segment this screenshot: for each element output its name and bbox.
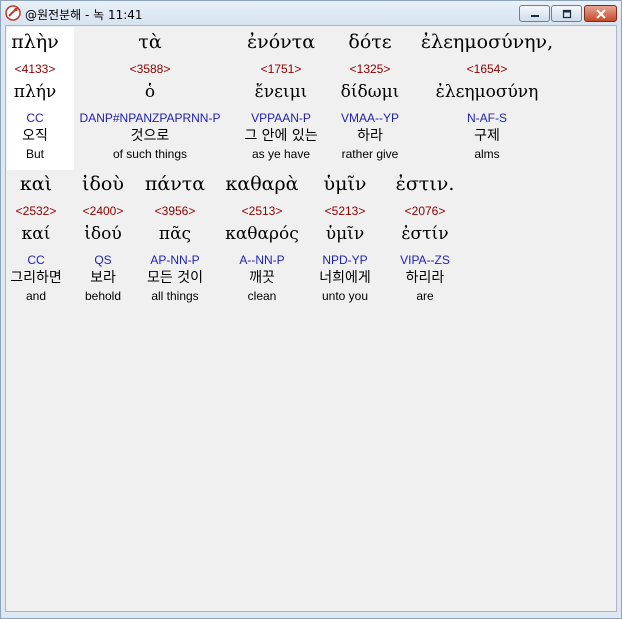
greek-word: ἐστιν. [395, 173, 455, 195]
maximize-button[interactable] [551, 5, 582, 22]
morphology-code: VIPA--ZS [400, 253, 450, 267]
morphology-code: N-AF-S [467, 111, 507, 125]
close-button[interactable] [584, 5, 617, 22]
window-title: @원전분해 - 녹 11:41 [25, 8, 143, 22]
lemma: ἐλεημοσύνη [435, 82, 539, 102]
korean-gloss: 하리라 [405, 270, 445, 286]
maximize-icon [562, 9, 571, 18]
minimize-button[interactable] [519, 5, 550, 22]
greek-word: ἐλεημοσύνην, [420, 31, 554, 53]
interlinear-view: πλὴν <4133> πλήν CC 오직 But τὰ <3588> ὁ DANP#NPANZ… [5, 25, 617, 612]
title-bar[interactable]: @원전분해 - 녹 11:41 [1, 1, 621, 25]
minimize-icon [530, 14, 539, 17]
english-gloss: alms [474, 147, 500, 161]
korean-gloss: 구제 [474, 128, 500, 144]
english-gloss: are [416, 289, 434, 303]
close-icon [595, 8, 606, 19]
bible-app-icon[interactable] [5, 5, 21, 21]
strong-number: <1654> [466, 62, 508, 76]
app-window: @원전분해 - 녹 11:41 πλὴν <4133> πλήν CC 오직 But τὰ <… [0, 0, 622, 619]
strong-number: <2076> [404, 204, 446, 218]
lemma: ἐστίν [401, 224, 449, 244]
